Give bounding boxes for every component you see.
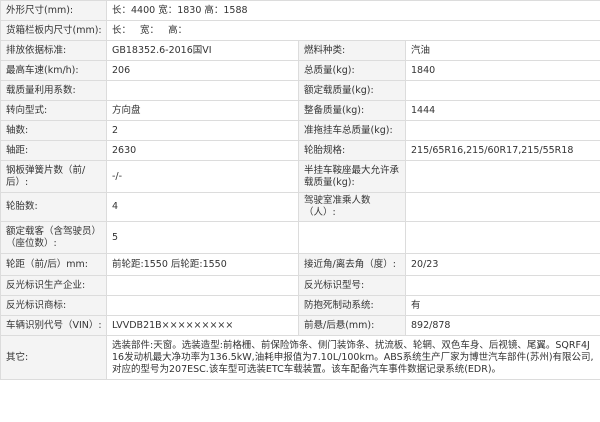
- table-row: 最高车速(km/h): 206 总质量(kg): 1840: [0, 60, 600, 81]
- row-value: 892/878: [404, 315, 600, 336]
- row-value: 长：4400 宽：1830 高：1588: [105, 0, 600, 21]
- row-label: 钢板弹簧片数（前/后）:: [0, 160, 107, 193]
- row-label: 额定载客（含驾驶员）（座位数）:: [0, 221, 107, 254]
- row-label: 转向型式:: [0, 100, 107, 121]
- vehicle-spec-table: 外形尺寸(mm): 长：4400 宽：1830 高：1588 货箱栏板内尺寸(m…: [0, 0, 600, 380]
- row-value: 1840: [404, 60, 600, 81]
- row-label: 燃料种类:: [298, 40, 406, 61]
- row-label: 排放依据标准:: [0, 40, 107, 61]
- table-row: 货箱栏板内尺寸(mm): 长： 宽： 高：: [0, 20, 600, 41]
- row-label: 前悬/后悬(mm):: [298, 315, 406, 336]
- table-row: 反光标识生产企业: 反光标识型号:: [0, 275, 600, 296]
- row-label: 载质量利用系数:: [0, 80, 107, 101]
- table-row: 轮胎数: 4 驾驶室准乘人数（人）:: [0, 192, 600, 222]
- table-row: 钢板弹簧片数（前/后）: -/- 半挂车鞍座最大允许承载质量(kg):: [0, 160, 600, 193]
- row-value: 长： 宽： 高：: [105, 20, 600, 41]
- row-value: GB18352.6-2016国VI: [106, 40, 299, 61]
- row-value: [106, 80, 299, 101]
- row-value: 5: [106, 221, 299, 254]
- table-row: 轴距: 2630 轮胎规格: 215/65R16,215/60R17,215/5…: [0, 140, 600, 161]
- row-label: 驾驶室准乘人数（人）:: [298, 192, 406, 222]
- table-row: 外形尺寸(mm): 长：4400 宽：1830 高：1588: [0, 0, 600, 21]
- row-label: 货箱栏板内尺寸(mm):: [0, 20, 107, 41]
- table-row: 其它: 选装部件:天窗。选装造型:前格栅、前保险饰条、侧门装饰条、扰流板、轮辋、…: [0, 335, 600, 380]
- row-label: 准拖挂车总质量(kg):: [298, 120, 406, 141]
- row-value: [404, 120, 600, 141]
- row-label: 轮胎规格:: [298, 140, 406, 161]
- row-value: [404, 160, 600, 193]
- row-value: 2630: [106, 140, 299, 161]
- row-label: 反光标识生产企业:: [0, 275, 107, 296]
- row-value: 215/65R16,215/60R17,215/55R18: [404, 140, 600, 161]
- row-value: LVVDB21B×××××××××: [106, 315, 299, 336]
- row-value: 前轮距:1550 后轮距:1550: [106, 253, 299, 276]
- row-label: 轴数:: [0, 120, 107, 141]
- row-label: 轮胎数:: [0, 192, 107, 222]
- row-value: 1444: [404, 100, 600, 121]
- row-label: 其它:: [0, 335, 107, 380]
- row-label: 防抱死制动系统:: [298, 295, 406, 316]
- table-row: 轮距（前/后）mm: 前轮距:1550 后轮距:1550 接近角/离去角（度）:…: [0, 253, 600, 276]
- table-row: 转向型式: 方向盘 整备质量(kg): 1444: [0, 100, 600, 121]
- row-value: 4: [106, 192, 299, 222]
- row-label: 总质量(kg):: [298, 60, 406, 81]
- row-value: [404, 275, 600, 296]
- row-label: 反光标识商标:: [0, 295, 107, 316]
- row-value: [404, 192, 600, 222]
- row-label: 整备质量(kg):: [298, 100, 406, 121]
- row-value: [106, 275, 299, 296]
- row-value: 206: [106, 60, 299, 81]
- table-row: 轴数: 2 准拖挂车总质量(kg):: [0, 120, 600, 141]
- row-label: 接近角/离去角（度）:: [298, 253, 406, 276]
- row-value: 20/23: [404, 253, 600, 276]
- table-row: 反光标识商标: 防抱死制动系统: 有: [0, 295, 600, 316]
- row-label: 半挂车鞍座最大允许承载质量(kg):: [298, 160, 406, 193]
- row-value: [106, 295, 299, 316]
- row-label: 外形尺寸(mm):: [0, 0, 107, 21]
- spec-table-body: 外形尺寸(mm): 长：4400 宽：1830 高：1588 货箱栏板内尺寸(m…: [0, 0, 600, 380]
- table-row: 额定载客（含驾驶员）（座位数）: 5: [0, 221, 600, 254]
- row-label: 轴距:: [0, 140, 107, 161]
- row-label: 车辆识别代号（VIN）:: [0, 315, 107, 336]
- row-value: 方向盘: [106, 100, 299, 121]
- row-value: 选装部件:天窗。选装造型:前格栅、前保险饰条、侧门装饰条、扰流板、轮辋、双色车身…: [105, 335, 600, 380]
- row-label: 额定载质量(kg):: [298, 80, 406, 101]
- row-value: 有: [404, 295, 600, 316]
- row-label: 轮距（前/后）mm:: [0, 253, 107, 276]
- row-value: -/-: [106, 160, 299, 193]
- row-label: 最高车速(km/h):: [0, 60, 107, 81]
- row-label: 反光标识型号:: [298, 275, 406, 296]
- row-value: 2: [106, 120, 299, 141]
- table-row: 车辆识别代号（VIN）: LVVDB21B××××××××× 前悬/后悬(mm)…: [0, 315, 600, 336]
- row-value: 汽油: [404, 40, 600, 61]
- table-row: 载质量利用系数: 额定载质量(kg):: [0, 80, 600, 101]
- row-label: [298, 221, 406, 254]
- table-row: 排放依据标准: GB18352.6-2016国VI 燃料种类: 汽油: [0, 40, 600, 61]
- row-value: [404, 221, 600, 254]
- row-value: [404, 80, 600, 101]
